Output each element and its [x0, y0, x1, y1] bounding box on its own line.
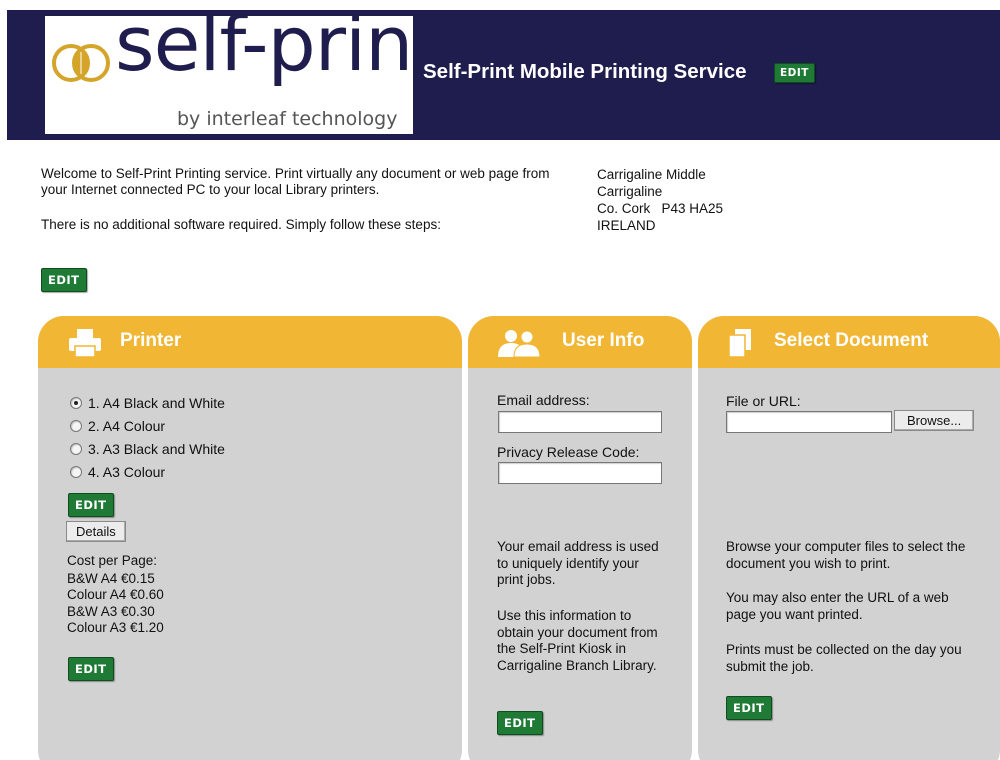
cost-per-page: Cost per Page: B&W A4 €0.15 Colour A4 €0… — [67, 553, 164, 637]
address-line: Carrigaline Middle — [597, 167, 706, 182]
user-info-panel-title: User Info — [562, 330, 645, 351]
users-icon — [498, 330, 541, 358]
cost-line: B&W A3 €0.30 — [67, 603, 155, 619]
select-document-panel-title: Select Document — [774, 330, 929, 351]
printer-panel-header: Printer — [38, 316, 462, 368]
printer-option-label: 2. A4 Colour — [88, 418, 166, 434]
select-document-panel-header: Select Document — [698, 316, 1000, 368]
printer-option-2[interactable]: 2. A4 Colour — [70, 418, 165, 434]
email-info-text: Your email address is used to uniquely i… — [497, 539, 659, 587]
printer-cost-edit-button[interactable]: EDIT — [68, 657, 114, 681]
file-url-field[interactable] — [726, 411, 892, 433]
address-line: IRELAND — [597, 218, 656, 233]
privacy-code-field[interactable] — [498, 462, 662, 484]
collection-info-text: Prints must be collected on the day you … — [726, 642, 962, 674]
cost-line: Colour A4 €0.60 — [67, 587, 164, 602]
printer-option-label: 4. A3 Colour — [88, 464, 166, 480]
header-edit-button[interactable]: EDIT — [774, 63, 815, 83]
cost-line: B&W A4 €0.15 — [67, 570, 155, 586]
user-info-panel: User Info Email address: Privacy Release… — [468, 316, 692, 760]
header-bar: self-print by interleaf technology Self-… — [7, 6, 1000, 140]
radio-button[interactable] — [70, 443, 82, 455]
details-button[interactable]: Details — [66, 521, 126, 542]
printer-edit-button[interactable]: EDIT — [68, 493, 114, 517]
intro-steps-text: There is no additional software required… — [41, 217, 441, 232]
address-line: Co. Cork P43 HA25 — [597, 201, 724, 216]
select-document-panel: Select Document File or URL: Browse... B… — [698, 316, 1000, 760]
cost-line: Colour A3 €1.20 — [67, 620, 164, 635]
browse-info-text: Browse your computer files to select the… — [726, 539, 966, 571]
privacy-code-label: Privacy Release Code: — [497, 444, 640, 460]
radio-button[interactable] — [70, 420, 82, 432]
printer-option-label: 1. A4 Black and White — [88, 395, 225, 411]
page-title: Self-Print Mobile Printing Service — [423, 60, 747, 83]
printer-panel: Printer 1. A4 Black and White 2. A4 Colo… — [38, 316, 462, 760]
intro-edit-button[interactable]: EDIT — [41, 268, 87, 292]
kiosk-info-text: Use this information to obtain your docu… — [497, 608, 658, 673]
cost-heading: Cost per Page: — [67, 553, 158, 568]
url-info-text: You may also enter the URL of a web page… — [726, 590, 949, 622]
logo-text: self-print — [115, 0, 442, 88]
select-document-edit-button[interactable]: EDIT — [726, 696, 772, 720]
printer-icon — [69, 329, 101, 358]
library-address: Carrigaline Middle Carrigaline Co. Cork … — [597, 166, 797, 234]
radio-button[interactable] — [70, 397, 82, 409]
browse-button[interactable]: Browse... — [894, 410, 975, 431]
printer-option-3[interactable]: 3. A3 Black and White — [70, 441, 225, 457]
file-url-label: File or URL: — [726, 393, 801, 409]
documents-icon — [728, 329, 751, 358]
logo-subtitle: by interleaf technology — [177, 108, 398, 130]
user-info-edit-button[interactable]: EDIT — [497, 711, 543, 735]
logo-rings-icon — [52, 44, 110, 82]
email-label: Email address: — [497, 392, 590, 408]
intro-welcome-text: Welcome to Self-Print Printing service. … — [41, 166, 550, 197]
email-field[interactable] — [498, 411, 662, 433]
printer-option-label: 3. A3 Black and White — [88, 441, 225, 457]
printer-option-1[interactable]: 1. A4 Black and White — [70, 395, 225, 411]
user-info-panel-header: User Info — [468, 316, 692, 368]
radio-button[interactable] — [70, 466, 82, 478]
printer-option-4[interactable]: 4. A3 Colour — [70, 464, 165, 480]
address-line: Carrigaline — [597, 184, 663, 199]
printer-panel-title: Printer — [120, 330, 182, 351]
logo: self-print by interleaf technology — [45, 6, 442, 134]
